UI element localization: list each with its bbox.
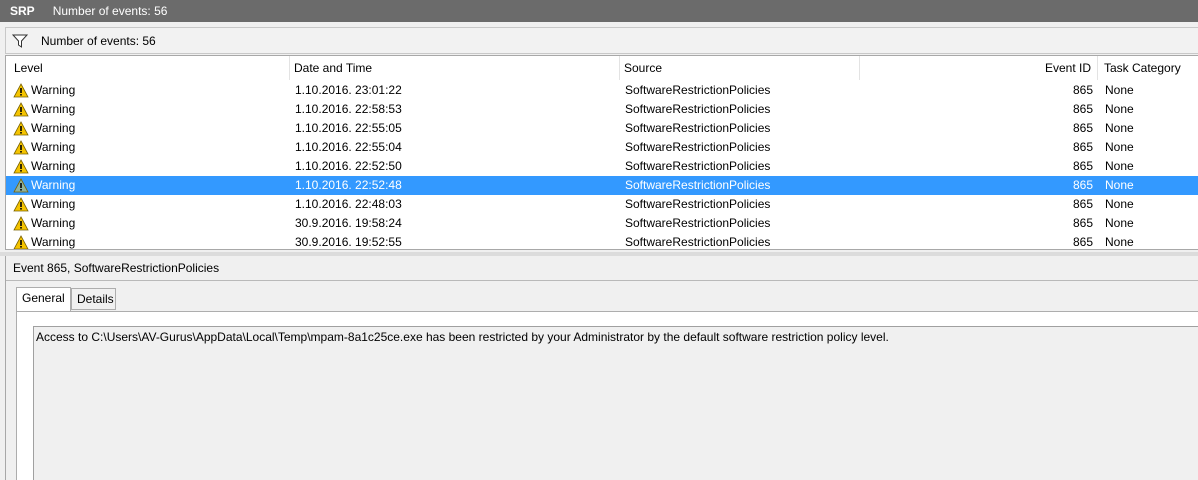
warning-icon — [13, 140, 29, 155]
table-row[interactable]: Warning 1.10.2016. 22:52:48 SoftwareRestri… — [6, 176, 1198, 195]
row-source: SoftwareRestrictionPolicies — [625, 83, 771, 97]
event-list: Level Date and Time Source Event ID Task… — [5, 55, 1198, 250]
event-details-pane: Event 865, SoftwareRestrictionPolicies G… — [5, 256, 1198, 480]
column-header-event-id[interactable]: Event ID — [860, 56, 1098, 80]
event-message[interactable]: Access to C:\Users\AV-Gurus\AppData\Loca… — [33, 326, 1198, 480]
filter-event-count: Number of events: 56 — [41, 33, 156, 48]
row-level: Warning — [31, 140, 76, 154]
row-task-category: None — [1105, 235, 1134, 249]
tab-details[interactable]: Details — [71, 288, 116, 310]
column-header-date[interactable]: Date and Time — [290, 56, 620, 80]
table-row[interactable]: Warning 30.9.2016. 19:52:55 SoftwareRestri… — [6, 233, 1198, 249]
row-level: Warning — [31, 159, 76, 173]
tab-general[interactable]: General — [16, 287, 71, 311]
warning-icon — [13, 159, 29, 174]
title-bar: SRP Number of events: 56 — [0, 0, 1198, 22]
row-task-category: None — [1105, 140, 1134, 154]
table-row[interactable]: Warning 30.9.2016. 19:58:24 SoftwareRestri… — [6, 214, 1198, 233]
row-source: SoftwareRestrictionPolicies — [625, 235, 771, 249]
row-level: Warning — [31, 121, 76, 135]
row-task-category: None — [1105, 121, 1134, 135]
row-event-id: 865 — [1072, 197, 1093, 211]
row-level: Warning — [31, 178, 76, 192]
column-header-level[interactable]: Level — [10, 56, 290, 80]
warning-icon — [13, 235, 29, 249]
column-header-task-category[interactable]: Task Category — [1098, 56, 1198, 80]
table-row[interactable]: Warning 1.10.2016. 22:55:04 SoftwareRestri… — [6, 138, 1198, 157]
row-date: 1.10.2016. 23:01:22 — [295, 83, 402, 97]
row-date: 1.10.2016. 22:52:48 — [295, 178, 402, 192]
warning-icon — [13, 216, 29, 231]
table-row[interactable]: Warning 1.10.2016. 22:52:50 SoftwareRestri… — [6, 157, 1198, 176]
filter-bar: Number of events: 56 — [5, 27, 1198, 54]
row-date: 1.10.2016. 22:55:04 — [295, 140, 402, 154]
row-level: Warning — [31, 235, 76, 249]
warning-icon — [13, 102, 29, 117]
row-source: SoftwareRestrictionPolicies — [625, 178, 771, 192]
list-header: Level Date and Time Source Event ID Task… — [6, 56, 1198, 80]
row-date: 30.9.2016. 19:58:24 — [295, 216, 402, 230]
row-task-category: None — [1105, 197, 1134, 211]
row-level: Warning — [31, 216, 76, 230]
row-event-id: 865 — [1072, 140, 1093, 154]
row-source: SoftwareRestrictionPolicies — [625, 159, 771, 173]
warning-icon — [13, 121, 29, 136]
row-source: SoftwareRestrictionPolicies — [625, 121, 771, 135]
row-source: SoftwareRestrictionPolicies — [625, 197, 771, 211]
row-date: 1.10.2016. 22:55:05 — [295, 121, 402, 135]
row-level: Warning — [31, 197, 76, 211]
row-task-category: None — [1105, 178, 1134, 192]
table-row[interactable]: Warning 1.10.2016. 22:48:03 SoftwareRestri… — [6, 195, 1198, 214]
row-event-id: 865 — [1072, 159, 1093, 173]
row-level: Warning — [31, 102, 76, 116]
column-header-source[interactable]: Source — [620, 56, 860, 80]
row-date: 1.10.2016. 22:48:03 — [295, 197, 402, 211]
row-task-category: None — [1105, 216, 1134, 230]
row-task-category: None — [1105, 83, 1134, 97]
row-event-id: 865 — [1072, 235, 1093, 249]
table-row[interactable]: Warning 1.10.2016. 22:58:53 SoftwareRestri… — [6, 100, 1198, 119]
table-row[interactable]: Warning 1.10.2016. 22:55:05 SoftwareRestri… — [6, 119, 1198, 138]
title-event-count: Number of events: 56 — [52, 4, 168, 18]
table-row[interactable]: Warning 1.10.2016. 23:01:22 SoftwareRestri… — [6, 81, 1198, 100]
row-event-id: 865 — [1072, 121, 1093, 135]
row-date: 1.10.2016. 22:58:53 — [295, 102, 402, 116]
row-source: SoftwareRestrictionPolicies — [625, 216, 771, 230]
row-event-id: 865 — [1072, 178, 1093, 192]
row-source: SoftwareRestrictionPolicies — [625, 140, 771, 154]
row-level: Warning — [31, 83, 76, 97]
row-date: 30.9.2016. 19:52:55 — [295, 235, 402, 249]
warning-icon — [13, 197, 29, 212]
row-date: 1.10.2016. 22:52:50 — [295, 159, 402, 173]
warning-icon — [13, 83, 29, 98]
log-name: SRP — [10, 4, 35, 18]
warning-icon — [13, 178, 29, 193]
row-task-category: None — [1105, 102, 1134, 116]
filter-icon[interactable] — [11, 34, 29, 48]
event-details-title: Event 865, SoftwareRestrictionPolicies — [6, 256, 1198, 281]
row-event-id: 865 — [1072, 102, 1093, 116]
row-source: SoftwareRestrictionPolicies — [625, 102, 771, 116]
row-event-id: 865 — [1072, 216, 1093, 230]
row-task-category: None — [1105, 159, 1134, 173]
row-event-id: 865 — [1072, 83, 1093, 97]
general-tab-panel: Access to C:\Users\AV-Gurus\AppData\Loca… — [16, 311, 1198, 480]
